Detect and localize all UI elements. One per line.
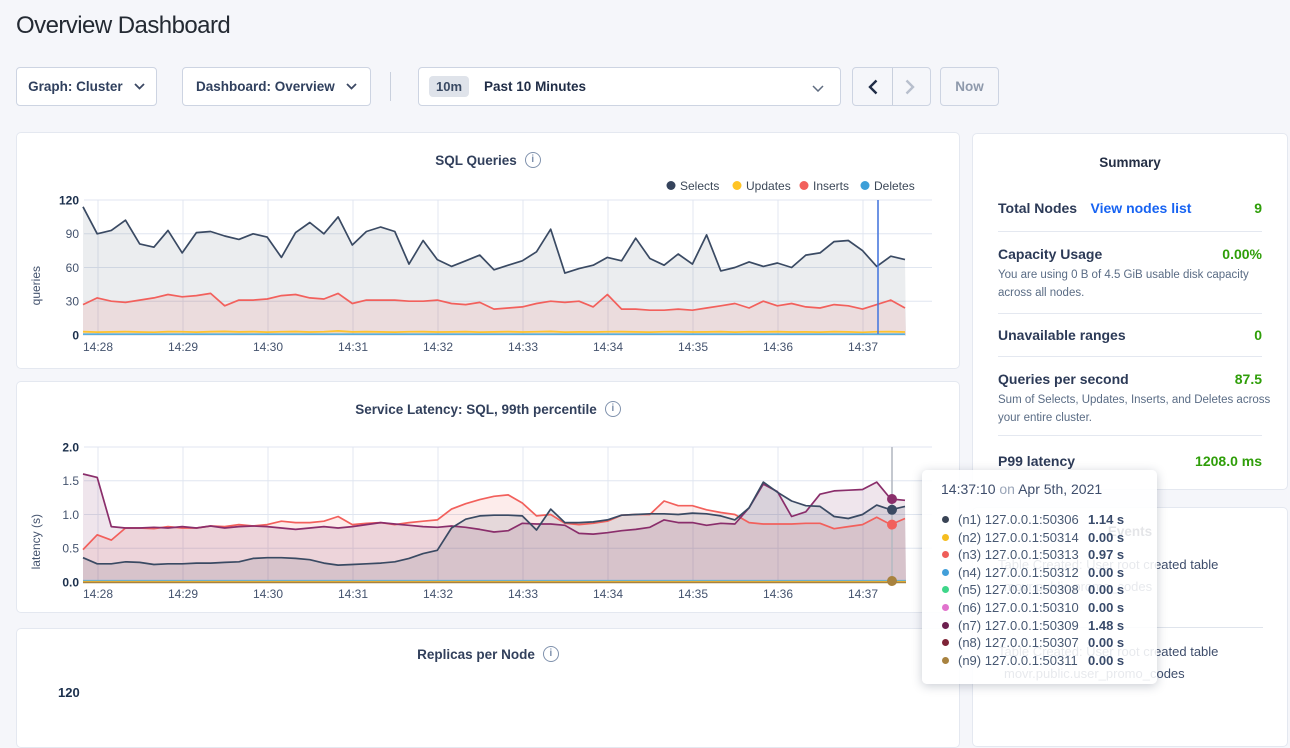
svg-text:latency (s): latency (s) <box>29 514 43 569</box>
svg-text:14:34: 14:34 <box>593 587 623 601</box>
svg-text:14:29: 14:29 <box>168 587 198 601</box>
svg-text:14:30: 14:30 <box>253 587 283 601</box>
svg-text:14:37: 14:37 <box>848 587 878 601</box>
svg-text:30: 30 <box>66 295 80 309</box>
svg-text:0.5: 0.5 <box>62 542 79 556</box>
svg-text:14:31: 14:31 <box>338 587 368 601</box>
svg-text:14:28: 14:28 <box>83 340 113 354</box>
svg-text:14:28: 14:28 <box>83 587 113 601</box>
svg-text:2.0: 2.0 <box>62 441 79 455</box>
svg-text:14:31: 14:31 <box>338 340 368 354</box>
svg-text:14:36: 14:36 <box>763 340 793 354</box>
svg-text:14:33: 14:33 <box>508 587 538 601</box>
svg-text:14:30: 14:30 <box>253 340 283 354</box>
svg-text:90: 90 <box>66 227 80 241</box>
svg-text:Inserts: Inserts <box>813 179 849 193</box>
svg-text:60: 60 <box>66 261 80 275</box>
svg-text:14:33: 14:33 <box>508 340 538 354</box>
svg-text:1.5: 1.5 <box>62 474 79 488</box>
svg-text:Updates: Updates <box>746 179 791 193</box>
svg-text:0: 0 <box>72 329 79 343</box>
svg-text:120: 120 <box>59 194 79 208</box>
svg-text:Selects: Selects <box>680 179 719 193</box>
svg-text:14:36: 14:36 <box>763 587 793 601</box>
svg-text:1.0: 1.0 <box>62 508 79 522</box>
svg-text:14:37: 14:37 <box>848 340 878 354</box>
svg-text:queries: queries <box>29 266 43 305</box>
svg-text:14:29: 14:29 <box>168 340 198 354</box>
svg-text:14:35: 14:35 <box>678 587 708 601</box>
svg-text:14:34: 14:34 <box>593 340 623 354</box>
svg-text:14:32: 14:32 <box>423 587 453 601</box>
svg-text:14:32: 14:32 <box>423 340 453 354</box>
svg-text:Deletes: Deletes <box>874 179 915 193</box>
svg-text:14:35: 14:35 <box>678 340 708 354</box>
svg-text:0.0: 0.0 <box>62 576 79 590</box>
